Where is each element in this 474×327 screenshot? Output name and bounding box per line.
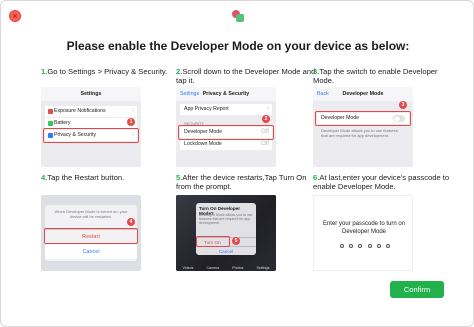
passcode-prompt: Enter your passcode to turn on Developer… — [322, 221, 406, 235]
dock-label: Photos — [232, 266, 244, 270]
highlight-box — [43, 128, 139, 143]
step-5-text: 5.After the device restarts,Tap Turn On … — [176, 173, 307, 191]
page-title: Please enable the Developer Mode on your… — [66, 39, 410, 53]
dialog-window: × Please enable the Developer Mode on yo… — [0, 0, 474, 327]
nav-title: Back Developer Mode — [313, 87, 413, 101]
step-badge: 4 — [127, 218, 135, 226]
step-6-screenshot: Enter your passcode to turn on Developer… — [313, 195, 413, 271]
cancel-option: Cancel — [45, 245, 137, 259]
turn-on-alert: Turn On Developer Mode? Developer Mode a… — [196, 203, 256, 255]
close-button[interactable]: × — [9, 10, 21, 22]
nav-title: Settings Privacy & Security — [176, 87, 276, 101]
step-badge: 5 — [232, 237, 240, 245]
row-app-privacy-report: App Privacy Report › — [180, 104, 272, 115]
step-3-screenshot: Back Developer Mode Developer Mode Develo… — [313, 87, 413, 167]
step-4: 4.Tap the Restart button. When Developer… — [41, 173, 181, 271]
step-5-screenshot: Turn On Developer Mode? Developer Mode a… — [176, 195, 276, 271]
highlight-box — [44, 228, 138, 244]
step-6: 6.At last,enter your device's passcode t… — [313, 173, 453, 271]
nav-title: Settings — [41, 87, 141, 101]
dock-label: Camera — [206, 266, 220, 270]
app-logo-icon — [231, 8, 245, 22]
dock-label: Videos — [182, 266, 194, 270]
step-1-screenshot: Settings Exposure Notifications › Battery… — [41, 87, 141, 167]
step-1: 1.Go to Settings > Privacy & Security. S… — [41, 67, 181, 167]
step-3-text: 3.Tap the switch to enable Developer Mod… — [313, 67, 438, 85]
step-3: 3.Tap the switch to enable Developer Mod… — [313, 67, 453, 167]
step-4-text: 4.Tap the Restart button. — [41, 173, 125, 182]
step-6-text: 6.At last,enter your device's passcode t… — [313, 173, 450, 191]
settings-row-exposure: Exposure Notifications › — [45, 106, 137, 117]
dock: Videos Camera Photos Settings — [176, 259, 276, 271]
close-icon: × — [12, 11, 18, 21]
step-badge: 2 — [262, 115, 270, 123]
step-2-text: 2.Scroll down to the Developer Mode and … — [176, 67, 316, 85]
passcode-dots — [340, 244, 390, 248]
alert-body: Developer Mode allows you to use feature… — [199, 213, 253, 225]
developer-mode-note: Developer Mode allows you to use feature… — [321, 128, 398, 138]
restart-message: When Developer Mode is turned on, your d… — [54, 209, 128, 219]
step-badge: 3 — [399, 101, 407, 109]
step-5: 5.After the device restarts,Tap Turn On … — [176, 173, 316, 271]
step-badge: 1 — [127, 118, 135, 126]
highlight-box — [315, 111, 411, 126]
step-2: 2.Scroll down to the Developer Mode and … — [176, 67, 316, 167]
highlight-box — [178, 125, 274, 140]
dock-label: Settings — [256, 266, 270, 270]
step-2-screenshot: Settings Privacy & Security App Privacy R… — [176, 87, 276, 167]
highlight-box — [196, 236, 230, 247]
step-4-screenshot: When Developer Mode is turned on, your d… — [41, 195, 141, 271]
row-lockdown-mode: Lockdown Mode Off — [180, 139, 272, 150]
confirm-button[interactable]: Confirm — [390, 281, 444, 298]
step-1-text: 1.Go to Settings > Privacy & Security. — [41, 67, 168, 76]
cancel-option: Cancel — [196, 246, 256, 255]
